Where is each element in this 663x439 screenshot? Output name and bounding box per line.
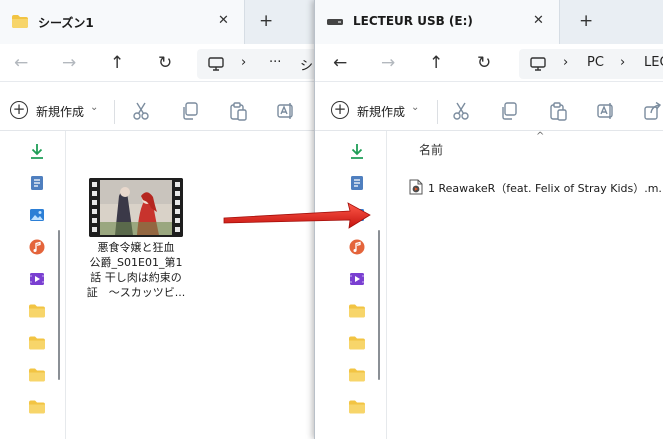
tab-title: シーズン1 bbox=[38, 16, 94, 30]
folder-icon[interactable] bbox=[349, 335, 365, 351]
tab-title: LECTEUR USB (E:) bbox=[353, 14, 473, 28]
breadcrumb-pc[interactable]: PC bbox=[587, 55, 604, 70]
navigation-pane bbox=[315, 131, 387, 439]
navigation-pane bbox=[0, 131, 66, 439]
divider bbox=[114, 100, 115, 124]
new-button-label: 新規作成 bbox=[36, 105, 85, 119]
copy-icon[interactable] bbox=[180, 101, 200, 121]
scrollbar-thumb[interactable] bbox=[378, 230, 380, 380]
breadcrumb-current[interactable]: LEC bbox=[644, 55, 663, 70]
folder-icon[interactable] bbox=[29, 335, 45, 351]
file-list: 名前 ^ 1 ReawakeR（feat. Felix of Stray Kid… bbox=[387, 131, 663, 439]
back-button[interactable]: ← bbox=[333, 53, 347, 73]
breadcrumb-overflow[interactable]: ··· bbox=[269, 55, 281, 70]
tab-bar: LECTEUR USB (E:) ✕ + bbox=[315, 0, 663, 44]
scrollbar-thumb[interactable] bbox=[58, 230, 60, 380]
command-bar: + 新規作成 ⌄ bbox=[315, 91, 663, 131]
download-icon[interactable] bbox=[29, 143, 45, 159]
new-button-label: 新規作成 bbox=[357, 105, 406, 119]
chevron-down-icon: ⌄ bbox=[90, 102, 99, 113]
download-icon[interactable] bbox=[349, 143, 365, 159]
navigation-bar: ← → ↑ ↻ › PC › LEC bbox=[315, 44, 663, 82]
tab-usb-drive[interactable]: LECTEUR USB (E:) ✕ bbox=[315, 0, 560, 44]
video-file-name: 悪食令嬢と狂血 公爵_S01E01_第1 話 干し肉は約束の 証 〜スカッツビ.… bbox=[86, 240, 186, 300]
file-name-line: 公爵_S01E01_第1 bbox=[89, 256, 183, 269]
videos-icon[interactable] bbox=[29, 271, 45, 287]
monitor-icon bbox=[208, 57, 224, 71]
breadcrumb-chevron: › bbox=[620, 55, 626, 70]
sort-ascending-icon: ^ bbox=[536, 131, 545, 142]
file-view: 悪食令嬢と狂血 公爵_S01E01_第1 話 干し肉は約束の 証 〜スカッツビ.… bbox=[66, 131, 322, 439]
drag-arrow-icon bbox=[223, 202, 371, 229]
new-tab-button[interactable]: + bbox=[579, 11, 593, 31]
cut-icon[interactable] bbox=[131, 101, 151, 121]
folder-icon bbox=[12, 15, 28, 28]
copy-icon[interactable] bbox=[499, 101, 519, 121]
forward-button[interactable]: → bbox=[381, 53, 395, 73]
up-button[interactable]: ↑ bbox=[429, 53, 443, 73]
documents-icon[interactable] bbox=[29, 175, 45, 191]
pictures-icon[interactable] bbox=[29, 207, 45, 223]
back-button[interactable]: ← bbox=[14, 53, 28, 73]
paste-icon[interactable] bbox=[228, 101, 248, 121]
music-icon[interactable] bbox=[29, 239, 45, 255]
tab-bar: シーズン1 ✕ + bbox=[0, 0, 322, 44]
breadcrumb-chevron: › bbox=[241, 55, 247, 70]
folder-icon[interactable] bbox=[349, 367, 365, 383]
music-icon[interactable] bbox=[349, 239, 365, 255]
audio-file-icon bbox=[409, 179, 423, 195]
paste-icon[interactable] bbox=[548, 101, 568, 121]
address-bar[interactable]: › PC › LEC bbox=[519, 49, 663, 79]
refresh-button[interactable]: ↻ bbox=[477, 53, 491, 73]
chevron-down-icon: ⌄ bbox=[411, 102, 420, 113]
rename-icon[interactable] bbox=[596, 101, 616, 121]
address-bar[interactable]: › ··· シー bbox=[197, 49, 322, 79]
folder-icon[interactable] bbox=[29, 367, 45, 383]
new-tab-button[interactable]: + bbox=[259, 11, 273, 31]
tab-season1[interactable]: シーズン1 ✕ bbox=[0, 0, 245, 44]
close-icon[interactable]: ✕ bbox=[533, 13, 544, 28]
cut-icon[interactable] bbox=[451, 101, 471, 121]
file-name-line: 証 〜スカッツビ... bbox=[86, 286, 186, 299]
folder-icon[interactable] bbox=[29, 303, 45, 319]
rename-icon[interactable] bbox=[276, 101, 296, 121]
share-icon[interactable] bbox=[643, 101, 663, 121]
close-icon[interactable]: ✕ bbox=[218, 13, 229, 28]
folder-icon[interactable] bbox=[29, 399, 45, 415]
forward-button[interactable]: → bbox=[62, 53, 76, 73]
command-bar: + 新規作成 ⌄ bbox=[0, 91, 322, 131]
refresh-button[interactable]: ↻ bbox=[158, 53, 172, 73]
drive-icon bbox=[327, 19, 343, 25]
file-name-line: 悪食令嬢と狂血 bbox=[97, 241, 175, 254]
videos-icon[interactable] bbox=[349, 271, 365, 287]
plus-icon: + bbox=[10, 101, 28, 119]
file-row[interactable]: 1 ReawakeR（feat. Felix of Stray Kids）.m.… bbox=[409, 179, 663, 199]
video-thumbnail bbox=[89, 178, 183, 237]
file-name: 1 ReawakeR（feat. Felix of Stray Kids）.m.… bbox=[428, 182, 663, 195]
file-name-line: 話 干し肉は約束の bbox=[90, 271, 182, 284]
plus-icon: + bbox=[331, 101, 349, 119]
folder-icon[interactable] bbox=[349, 399, 365, 415]
monitor-icon bbox=[530, 57, 546, 71]
documents-icon[interactable] bbox=[349, 175, 365, 191]
folder-icon[interactable] bbox=[349, 303, 365, 319]
divider bbox=[437, 100, 438, 124]
column-header-name[interactable]: 名前 bbox=[419, 141, 443, 158]
navigation-bar: ← → ↑ ↻ › ··· シー bbox=[0, 44, 322, 82]
film-strip-icon bbox=[89, 178, 183, 237]
up-button[interactable]: ↑ bbox=[110, 53, 124, 73]
breadcrumb-chevron: › bbox=[563, 55, 569, 70]
